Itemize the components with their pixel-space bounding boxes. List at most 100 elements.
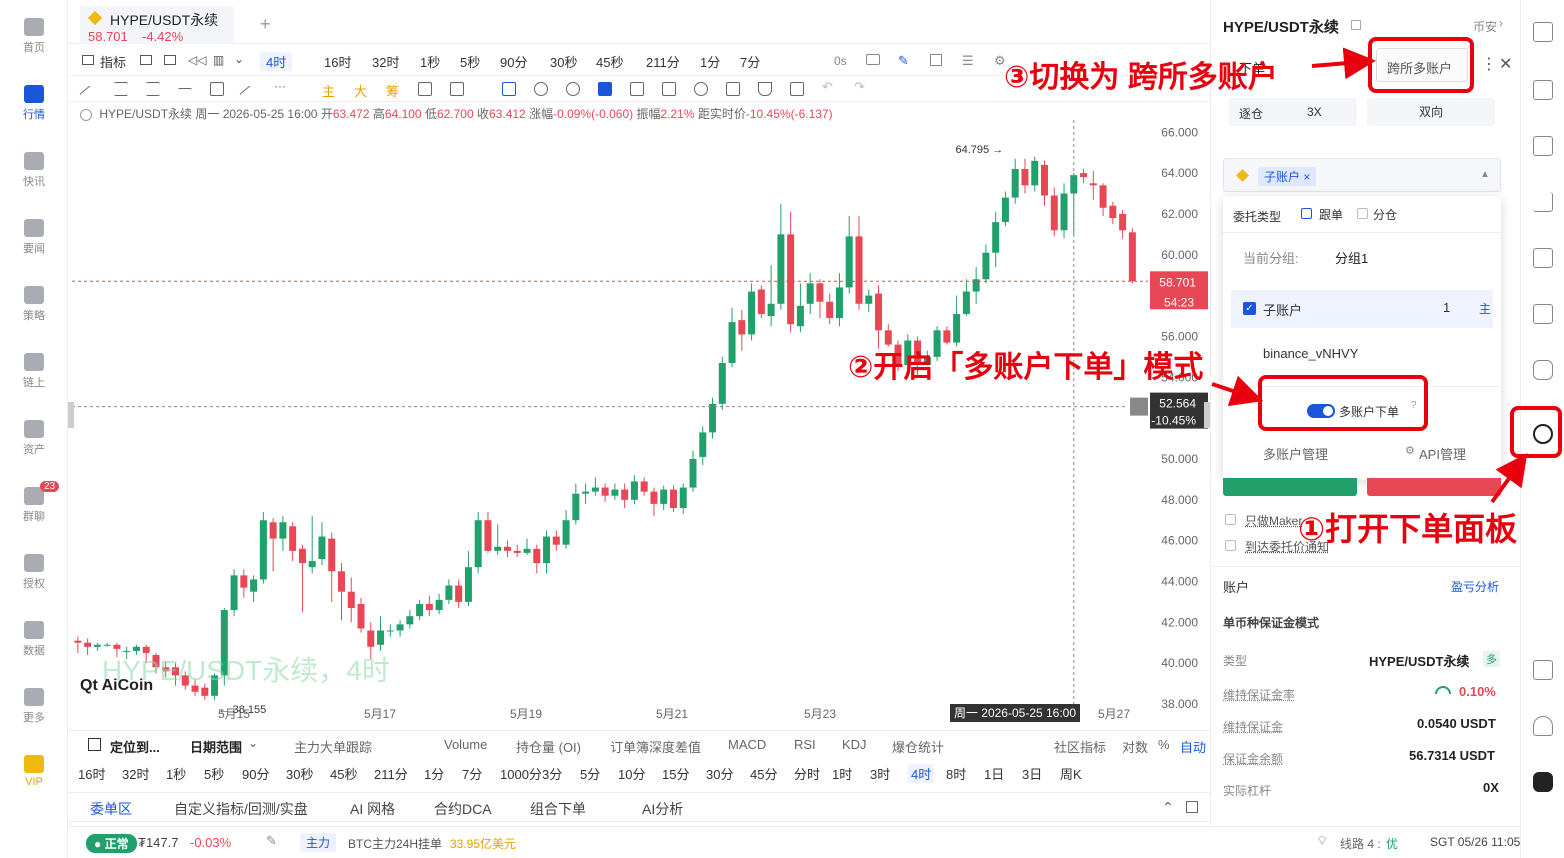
interval-1[interactable]: 16时 xyxy=(324,52,351,71)
eye-icon[interactable] xyxy=(694,82,708,96)
lock-icon[interactable] xyxy=(662,82,676,96)
scroll-left-handle[interactable] xyxy=(68,402,74,428)
bottom-tab-1[interactable]: 自定义指标/回测/实盘 xyxy=(174,799,308,819)
line-label[interactable]: 线路 4 : xyxy=(1340,835,1381,852)
edit-icon[interactable]: ✎ xyxy=(266,833,277,849)
copy-icon[interactable] xyxy=(502,82,516,96)
tf-6[interactable]: 45秒 xyxy=(330,764,357,783)
nav-item-7[interactable]: 群聊 23 xyxy=(0,481,68,524)
magnet-icon[interactable] xyxy=(630,82,644,96)
subaccount-checkbox[interactable]: ✓ xyxy=(1243,302,1256,315)
indicator-tab-7[interactable]: 爆仓统计 xyxy=(892,737,944,756)
layout-icon[interactable] xyxy=(140,55,152,65)
tf-20[interactable]: 4时 xyxy=(908,764,935,783)
nav-item-11[interactable]: VIP xyxy=(0,755,68,788)
tf-14[interactable]: 15分 xyxy=(662,764,689,783)
add-tab-button[interactable]: + xyxy=(260,14,271,35)
note-icon[interactable] xyxy=(1533,80,1553,100)
tf-15[interactable]: 30分 xyxy=(706,764,733,783)
indicator-tab-5[interactable]: RSI xyxy=(794,737,816,752)
tf-16[interactable]: 45分 xyxy=(750,764,777,783)
replay-icon[interactable]: ◁◁ xyxy=(188,53,206,67)
filter-icon[interactable] xyxy=(758,82,772,96)
interval-3[interactable]: 1秒 xyxy=(420,52,440,71)
bottom-tab-2[interactable]: AI 网格 xyxy=(350,799,395,819)
grid-icon[interactable] xyxy=(1533,22,1553,42)
indicator-tab-3[interactable]: 订单簿深度差值 xyxy=(610,737,701,756)
etf-icon[interactable] xyxy=(1533,304,1553,324)
chart-mode-icon[interactable] xyxy=(450,82,464,96)
tf-13[interactable]: 10分 xyxy=(618,764,645,783)
zoom-icon[interactable] xyxy=(566,82,580,96)
tf-21[interactable]: 8时 xyxy=(946,764,966,783)
tf-19[interactable]: 3时 xyxy=(870,764,890,783)
rect-tool-icon[interactable] xyxy=(210,82,224,96)
camera-icon[interactable] xyxy=(866,54,880,65)
hline-tool-icon[interactable] xyxy=(178,88,192,102)
redo-icon[interactable]: ↷ xyxy=(854,79,865,95)
headset-icon[interactable] xyxy=(1533,716,1553,736)
dollar-icon[interactable] xyxy=(1533,136,1553,156)
indicator-tab-1[interactable]: Volume xyxy=(444,737,487,752)
locate-button[interactable]: 定位到... xyxy=(110,737,160,756)
tf-0[interactable]: 16时 xyxy=(78,764,105,783)
notify-checkbox[interactable] xyxy=(1225,540,1236,551)
interval-6[interactable]: 30秒 xyxy=(550,52,577,71)
undo-icon[interactable]: ↶ xyxy=(822,79,833,95)
split-checkbox[interactable] xyxy=(1357,208,1368,219)
date-range-button[interactable]: 日期范围 xyxy=(190,737,242,756)
pnl-analysis-link[interactable]: 盈亏分析 xyxy=(1451,578,1499,595)
chevron-down-icon[interactable]: ⌄ xyxy=(234,52,244,66)
tf-24[interactable]: 周K xyxy=(1060,764,1082,783)
chart-type-icon[interactable]: ▥ xyxy=(213,53,224,67)
log-scale-button[interactable]: 对数 xyxy=(1122,737,1148,756)
tf-3[interactable]: 5秒 xyxy=(204,764,224,783)
tf-18[interactable]: 1时 xyxy=(832,764,852,783)
nav-item-2[interactable]: 快讯 xyxy=(0,152,68,189)
tf-2[interactable]: 1秒 xyxy=(166,764,186,783)
tf-7[interactable]: 211分 xyxy=(374,764,408,783)
collapse-icon[interactable]: ⌃ xyxy=(1162,799,1174,816)
indicator-button[interactable]: 指标 xyxy=(100,52,126,71)
nav-item-3[interactable]: 要闻 xyxy=(0,219,68,256)
expand-icon[interactable] xyxy=(1186,801,1198,813)
bottom-tab-0[interactable]: 委单区 xyxy=(90,799,132,819)
interval-2[interactable]: 32时 xyxy=(372,52,399,71)
interval-5[interactable]: 90分 xyxy=(500,52,527,71)
api-mgmt-link[interactable]: API管理 xyxy=(1419,444,1466,463)
crosshair-plus-icon[interactable] xyxy=(1130,397,1148,416)
layout-right-icon[interactable] xyxy=(1533,660,1553,680)
indicator-tab-4[interactable]: MACD xyxy=(728,737,766,752)
nav-item-1[interactable]: 行情 xyxy=(0,85,68,122)
tf-5[interactable]: 30秒 xyxy=(286,764,313,783)
nav-item-6[interactable]: 资产 xyxy=(0,420,68,457)
robot-icon[interactable] xyxy=(1533,360,1553,380)
auto-scale-button[interactable]: 自动 xyxy=(1180,737,1206,756)
subaccount-chip[interactable]: 子账户 × xyxy=(1258,167,1317,186)
indicator-tab-2[interactable]: 持仓量 (OI) xyxy=(516,737,581,756)
locate-icon[interactable] xyxy=(88,738,101,751)
window-icon[interactable] xyxy=(1351,20,1361,30)
indicator-tab-6[interactable]: KDJ xyxy=(842,737,867,752)
price-chart[interactable]: 66.00064.00062.00060.00058.00056.00054.0… xyxy=(68,120,1210,730)
more-icon[interactable]: ⋮ xyxy=(1481,54,1497,74)
sell-button[interactable] xyxy=(1367,478,1501,496)
bottom-tab-3[interactable]: 合约DCA xyxy=(434,799,492,819)
group-value[interactable]: 分组1 xyxy=(1335,248,1368,267)
tf-10[interactable]: 1000分 xyxy=(500,764,542,783)
list-icon[interactable]: ☰ xyxy=(962,53,974,69)
tf-22[interactable]: 1日 xyxy=(984,764,1004,783)
share-icon[interactable] xyxy=(930,54,942,66)
tf-17[interactable]: 分时 xyxy=(794,764,820,783)
bot-face-icon[interactable] xyxy=(1533,772,1553,792)
indicator-icon[interactable] xyxy=(82,55,94,65)
tf-8[interactable]: 1分 xyxy=(424,764,444,783)
follow-checkbox[interactable] xyxy=(1301,208,1312,219)
nav-item-0[interactable]: 首页 xyxy=(0,18,68,55)
close-icon[interactable]: ✕ xyxy=(1499,54,1512,74)
percent-scale-button[interactable]: % xyxy=(1158,737,1170,752)
nav-item-10[interactable]: 更多 xyxy=(0,688,68,725)
nav-item-5[interactable]: 链上 xyxy=(0,353,68,390)
binance-account[interactable]: binance_vNHVY xyxy=(1263,346,1358,361)
channel-tool-icon[interactable] xyxy=(146,82,160,96)
